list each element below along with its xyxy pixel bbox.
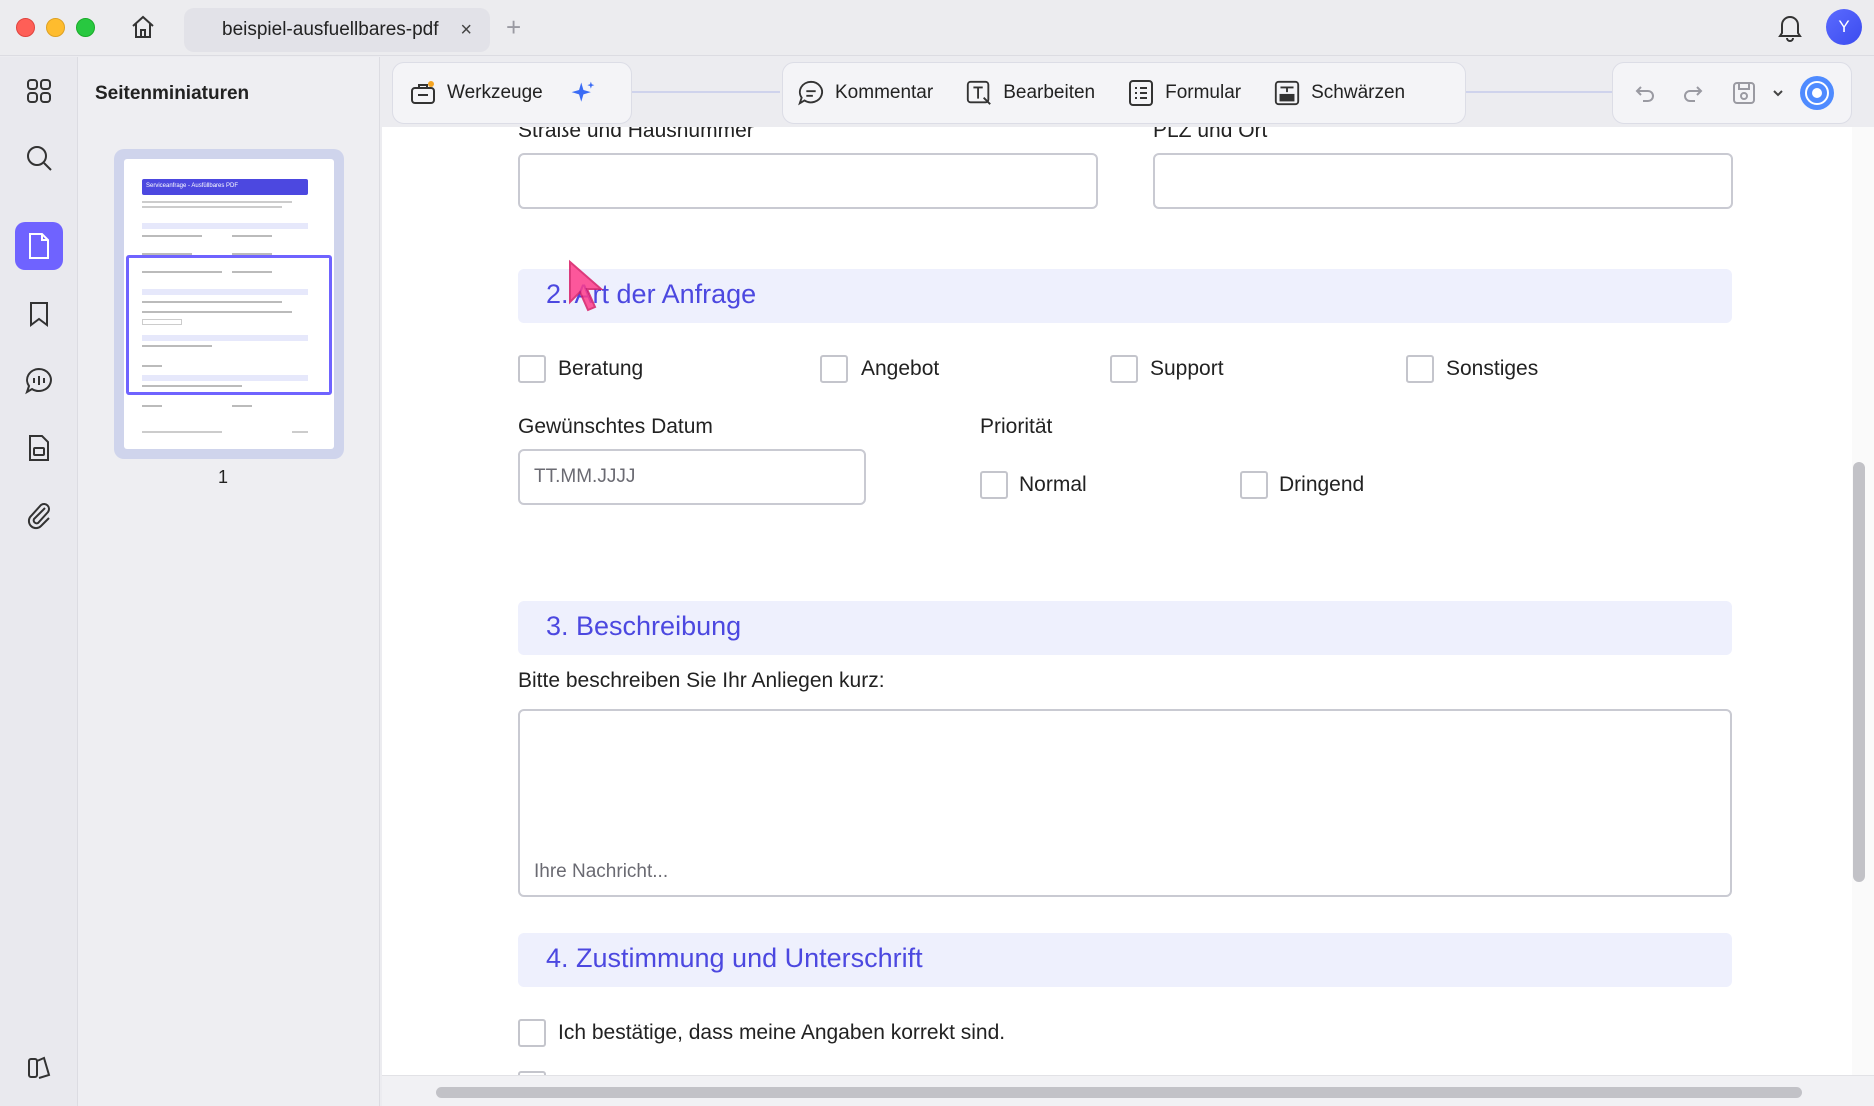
tools-button[interactable]: Werkzeuge: [393, 63, 559, 123]
priority-label: Priorität: [980, 415, 1053, 438]
comment-icon: [797, 79, 825, 107]
new-tab-icon[interactable]: +: [506, 12, 521, 43]
ai-sparkle-button[interactable]: [559, 63, 607, 123]
tab-close-icon[interactable]: ×: [460, 19, 472, 42]
pages-icon[interactable]: [15, 222, 63, 270]
checkbox-beratung[interactable]: [518, 355, 546, 383]
redact-label: Schwärzen: [1311, 82, 1406, 103]
checkbox-dringend[interactable]: [1240, 471, 1268, 499]
thumbnail-header-title: Serviceanfrage - Ausfüllbares PDF: [146, 183, 239, 189]
mouse-cursor-icon: [566, 258, 606, 323]
checkbox-angebot[interactable]: [820, 355, 848, 383]
vertical-scrollbar-thumb[interactable]: [1853, 462, 1865, 882]
left-icon-rail: [0, 57, 78, 1106]
date-field[interactable]: TT.MM.JJJJ: [518, 449, 866, 505]
zip-city-field[interactable]: [1153, 153, 1733, 209]
redact-icon: [1273, 79, 1301, 107]
redact-button[interactable]: Schwärzen: [1257, 63, 1421, 123]
apps-grid-icon[interactable]: [15, 67, 63, 115]
main-toolbar: Werkzeuge Kommentar Bearbeiten Formular …: [380, 57, 1874, 127]
checkbox-normal-label: Normal: [1019, 473, 1087, 496]
date-label: Gewünschtes Datum: [518, 415, 713, 438]
checkbox-consent-label: Ich bestätige, dass meine Angaben korrek…: [558, 1021, 1006, 1044]
date-placeholder: TT.MM.JJJJ: [534, 466, 636, 487]
message-textarea[interactable]: Ihre Nachricht...: [518, 709, 1732, 897]
section-4-header: 4. Zustimmung und Unterschrift: [518, 933, 1732, 987]
checkbox-consent[interactable]: [518, 1019, 546, 1047]
section-3-title: 3. Beschreibung: [546, 611, 742, 641]
history-group: [1612, 62, 1852, 124]
edit-text-icon: [965, 79, 993, 107]
description-label: Bitte beschreiben Sie Ihr Anliegen kurz:: [518, 669, 885, 692]
form-button[interactable]: Formular: [1111, 63, 1257, 123]
toolbox-icon: [409, 79, 437, 107]
redo-icon[interactable]: [1671, 63, 1715, 123]
section-4-title: 4. Zustimmung und Unterschrift: [546, 943, 923, 973]
avatar[interactable]: Y: [1826, 9, 1862, 45]
comments-icon[interactable]: [15, 357, 63, 405]
bookmark-icon[interactable]: [15, 290, 63, 338]
edit-modes-group: Kommentar Bearbeiten Formular Schwärzen: [782, 62, 1466, 124]
tools-label: Werkzeuge: [447, 82, 543, 103]
street-field[interactable]: [518, 153, 1098, 209]
chevron-down-icon[interactable]: [1765, 63, 1791, 123]
document-icon[interactable]: [15, 424, 63, 472]
thumbnail-page: Serviceanfrage - Ausfüllbares PDF: [124, 159, 334, 449]
message-placeholder: Ihre Nachricht...: [534, 861, 669, 882]
form-icon: [1127, 79, 1155, 107]
bell-icon[interactable]: [1776, 12, 1804, 47]
save-icon[interactable]: [1719, 63, 1761, 123]
checkbox-support-label: Support: [1150, 357, 1224, 380]
section-2-header: 2. Art der Anfrage: [518, 269, 1732, 323]
maximize-window-button[interactable]: [76, 18, 95, 37]
checkbox-angebot-label: Angebot: [861, 357, 940, 380]
checkbox-beratung-label: Beratung: [558, 357, 644, 380]
horizontal-scrollbar-thumb[interactable]: [436, 1087, 1802, 1098]
sparkle-icon: [569, 79, 597, 107]
document-tab[interactable]: beispiel-ausfuellbares-pdf ×: [184, 8, 490, 52]
checkbox-sonstiges-label: Sonstiges: [1446, 357, 1539, 380]
minimize-window-button[interactable]: [46, 18, 65, 37]
toolbar-divider-line: [1464, 91, 1624, 93]
edit-label: Bearbeiten: [1003, 82, 1096, 103]
zip-city-label: PLZ und Ort: [1153, 127, 1268, 142]
comment-button[interactable]: Kommentar: [783, 63, 949, 123]
page-number: 1: [218, 467, 229, 487]
attachment-icon[interactable]: [15, 491, 63, 539]
checkbox-sonstiges[interactable]: [1406, 355, 1434, 383]
checkbox-support[interactable]: [1110, 355, 1138, 383]
layers-icon[interactable]: [15, 1043, 63, 1091]
checkbox-dringend-label: Dringend: [1279, 473, 1365, 496]
street-label: Straße und Hausnummer: [518, 127, 754, 142]
form-label: Formular: [1165, 82, 1242, 103]
comment-label: Kommentar: [835, 82, 934, 103]
edit-button[interactable]: Bearbeiten: [949, 63, 1111, 123]
title-bar: beispiel-ausfuellbares-pdf × + Y: [0, 0, 1874, 56]
undo-icon[interactable]: [1623, 63, 1667, 123]
thumbnail-panel: Seitenminiaturen Serviceanfrage - Ausfül…: [78, 57, 380, 1106]
panel-title: Seitenminiaturen: [95, 83, 250, 104]
tab-title: beispiel-ausfuellbares-pdf: [222, 19, 439, 40]
ai-assistant-icon[interactable]: [1795, 63, 1839, 123]
close-window-button[interactable]: [16, 18, 35, 37]
toolbar-divider-line: [630, 91, 780, 93]
home-icon[interactable]: [126, 10, 160, 44]
page-thumbnail[interactable]: Serviceanfrage - Ausfüllbares PDF: [114, 149, 344, 459]
tools-group: Werkzeuge: [392, 62, 632, 124]
checkbox-normal[interactable]: [980, 471, 1008, 499]
section-3-header: 3. Beschreibung: [518, 601, 1732, 655]
search-icon[interactable]: [15, 134, 63, 182]
